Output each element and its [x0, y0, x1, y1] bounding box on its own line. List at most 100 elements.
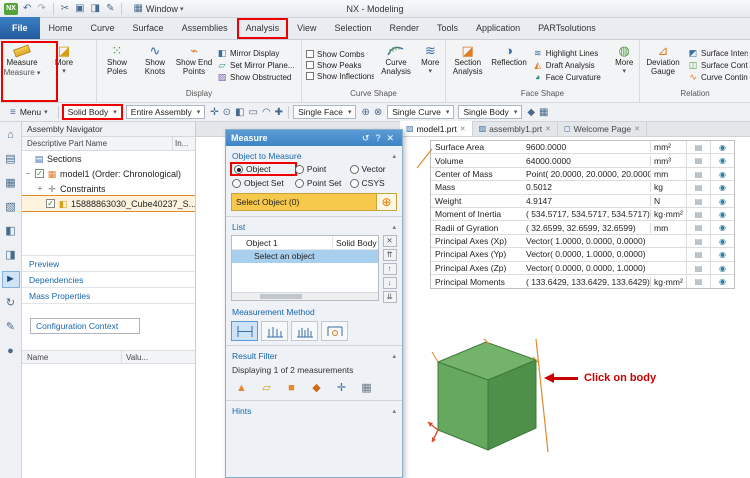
select-edge-icon[interactable]: ▭ [247, 107, 258, 118]
scrollbar-thumb[interactable] [260, 294, 302, 299]
create-expression-icon[interactable]: ▤ [686, 234, 710, 248]
table-filter-icon[interactable]: ▦ [356, 379, 377, 396]
ribbon-tab[interactable]: Render [381, 18, 429, 39]
grid-snap-icon[interactable]: ▦ [538, 107, 549, 118]
tree-item-constraints[interactable]: + ✛ Constraints [22, 181, 195, 196]
hd3d-tools-icon[interactable]: ◨ [3, 248, 19, 263]
move-down-button[interactable]: ↓ [382, 277, 397, 289]
assembly-navigator-icon[interactable]: ▤ [3, 152, 19, 167]
column-name[interactable]: Name [22, 351, 122, 363]
deviation-gauge-button[interactable]: ⊿ Deviation Gauge [642, 41, 684, 89]
ribbon-tab[interactable]: Tools [428, 18, 467, 39]
snap-point-crosshair-button[interactable]: ⊕ [377, 193, 397, 211]
method-double-comb-button[interactable] [291, 321, 318, 341]
show-annotation-eye-icon[interactable]: ◉ [710, 181, 734, 194]
measure-type-radio[interactable]: Vector [349, 164, 396, 174]
select-point-icon[interactable]: ⊙ [222, 107, 232, 118]
show-annotation-eye-icon[interactable]: ◉ [710, 261, 734, 274]
show-annotation-eye-icon[interactable]: ◉ [710, 207, 734, 221]
show-annotation-eye-icon[interactable]: ◉ [710, 154, 734, 167]
remove-item-button[interactable]: ✕ [382, 235, 397, 247]
create-expression-icon[interactable]: ▤ [686, 248, 710, 261]
general-selection-icon[interactable]: ✚ [274, 107, 284, 118]
document-tab[interactable]: ◻ Welcome Page ✕ [558, 121, 647, 136]
redo-icon[interactable]: ↷ [36, 1, 46, 17]
home-icon[interactable]: ⌂ [3, 128, 19, 143]
section-analysis-button[interactable]: ◪ Section Analysis [448, 41, 487, 89]
body-rule-option-icon[interactable]: ◆ [526, 107, 536, 118]
create-expression-icon[interactable]: ▤ [686, 261, 710, 274]
show-annotation-eye-icon[interactable]: ◉ [710, 141, 734, 154]
collapse-icon[interactable]: ▴ [392, 407, 396, 415]
selection-scope-dropdown[interactable]: Entire Assembly ▾ [125, 105, 206, 119]
ribbon-tab[interactable]: Surface [124, 18, 173, 39]
reflection-button[interactable]: ◑ Reflection [489, 41, 528, 89]
sketch-icon[interactable]: ✎ [105, 1, 115, 17]
create-expression-icon[interactable]: ▤ [686, 167, 710, 181]
collapse-icon[interactable]: ▴ [392, 352, 396, 360]
collapse-icon[interactable]: ▴ [392, 223, 396, 231]
document-tab[interactable]: ▨ model1.prt ✕ [400, 121, 473, 136]
column-descriptive-part-name[interactable]: Descriptive Part Name [22, 137, 173, 150]
face-rule-option-icon[interactable]: ⊕ [360, 107, 370, 118]
show-end-points-button[interactable]: ⌁ Show End Points [175, 41, 213, 89]
section-result-filter[interactable]: Result Filter ▴ [231, 349, 397, 363]
create-expression-icon[interactable]: ▤ [686, 181, 710, 194]
checkbox-checked-icon[interactable]: ✓ [35, 169, 44, 178]
curve-continuity-button[interactable]: ∿ Curve Continuit... [686, 72, 748, 82]
measure-group-label[interactable]: Measure ▾ [2, 68, 42, 81]
close-tab-icon[interactable]: ✕ [634, 125, 640, 133]
object-list-placeholder-row[interactable]: Select an object [232, 250, 378, 263]
document-tab[interactable]: ▨ assembly1.prt ✕ [473, 121, 558, 136]
create-expression-icon[interactable]: ▤ [686, 141, 710, 154]
navigator-section-link[interactable]: Mass Properties [22, 287, 195, 303]
constraint-navigator-icon[interactable]: ▦ [3, 176, 19, 191]
section-hints[interactable]: Hints ▴ [231, 404, 397, 418]
part-navigator-icon[interactable]: ▧ [3, 200, 19, 215]
highlight-lines-button[interactable]: ≋ Highlight Lines [531, 48, 610, 58]
paste-icon[interactable]: ◨ [90, 1, 101, 17]
object-list-group-row[interactable]: Object 1 Solid Body in [232, 236, 378, 250]
draft-analysis-button[interactable]: ◭ Draft Analysis [531, 60, 610, 70]
copy-icon[interactable]: ▣ [74, 1, 85, 17]
create-expression-icon[interactable]: ▤ [686, 207, 710, 221]
measure-type-radio[interactable]: CSYS [349, 178, 396, 188]
undo-icon[interactable]: ↶ [22, 1, 32, 17]
object-list[interactable]: Object 1 Solid Body in Select an object [231, 235, 379, 301]
select-object-field[interactable]: Select Object (0) [231, 193, 377, 211]
type-filter-dropdown[interactable]: Solid Body ▾ [61, 104, 123, 120]
reuse-library-icon[interactable]: ◧ [3, 224, 19, 239]
show-combs-checkbox[interactable]: Show Combs [304, 50, 374, 59]
measure-more-button[interactable]: ◪ More ▾ [44, 41, 84, 75]
ribbon-tab[interactable]: Selection [325, 18, 380, 39]
create-expression-icon[interactable]: ▤ [686, 194, 710, 207]
navigator-column-header[interactable]: Descriptive Part Name In... [22, 137, 195, 151]
mirror-display-button[interactable]: ◧ Mirror Display [215, 48, 299, 58]
horizontal-scrollbar[interactable] [232, 292, 378, 300]
checkbox-checked-icon[interactable]: ✓ [46, 199, 55, 208]
navigator-section-link[interactable]: Dependencies [22, 271, 195, 287]
dialog-titlebar[interactable]: Measure ↺ ? ✕ [226, 130, 402, 146]
ribbon-tab[interactable]: Assemblies [173, 18, 237, 39]
ribbon-tab[interactable]: View [288, 18, 325, 39]
close-tab-icon[interactable]: ✕ [545, 125, 551, 133]
window-menu[interactable]: ▦ Window ▾ [128, 1, 187, 17]
ruler-filter-icon[interactable]: ▱ [256, 379, 277, 396]
collapse-icon[interactable]: ▴ [392, 152, 396, 160]
cone-filter-icon[interactable]: ▲ [231, 379, 252, 396]
face-shape-more-button[interactable]: ◍ More ▾ [611, 41, 637, 89]
move-to-top-button[interactable]: ⇈ [382, 249, 397, 261]
curve-analysis-button[interactable]: Curve Analysis [376, 41, 415, 89]
cube-body[interactable] [424, 328, 550, 472]
ribbon-tab[interactable]: Analysis [236, 18, 289, 39]
show-annotation-eye-icon[interactable]: ◉ [710, 234, 734, 248]
nx-logo-icon[interactable]: NX [4, 2, 18, 15]
history-icon[interactable]: ↻ [3, 296, 19, 311]
ribbon-tab[interactable]: File [0, 17, 40, 39]
show-annotation-eye-icon[interactable]: ◉ [710, 248, 734, 261]
show-inflections-checkbox[interactable]: Show Inflections [304, 72, 374, 81]
highlight-icon[interactable]: ◠ [261, 107, 272, 118]
show-peaks-checkbox[interactable]: Show Peaks [304, 61, 374, 70]
show-annotation-eye-icon[interactable]: ◉ [710, 221, 734, 234]
system-materials-icon[interactable]: ● [3, 344, 19, 359]
